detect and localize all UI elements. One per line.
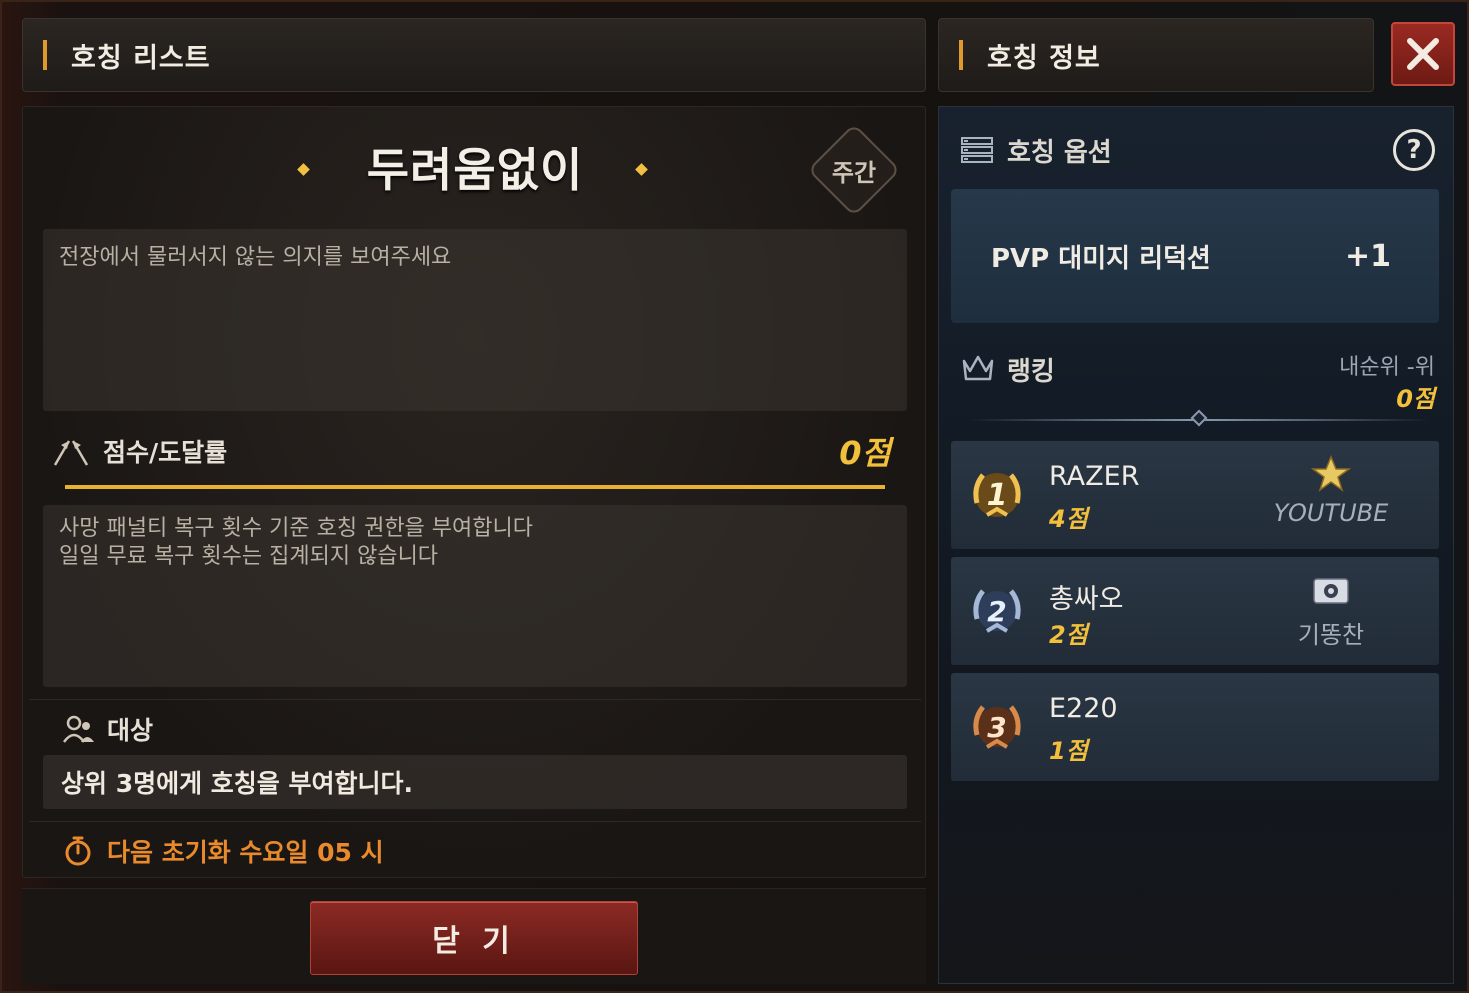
score-row: 점수/도달률 0점 [51, 429, 891, 473]
close-x-button[interactable] [1391, 22, 1455, 86]
title-option-card: PVP 대미지 리덕션 +1 [951, 189, 1439, 323]
help-icon: ? [1406, 135, 1422, 165]
my-points: 0점 [1396, 385, 1435, 413]
score-value: 0점 [839, 434, 891, 472]
player-name: 총싸오 [1049, 584, 1124, 615]
my-rank: 내순위 -위 [1339, 355, 1435, 380]
score-label: 점수/도달률 [103, 438, 228, 467]
crossed-flags-icon [53, 440, 89, 466]
title-info-panel: 호칭 옵션 ? PVP 대미지 리덕션 +1 랭킹 내순위 -위 0점 1 RA… [938, 106, 1454, 984]
score-progress-bar [65, 485, 885, 489]
list-icon [961, 137, 993, 163]
section-divider [29, 821, 921, 822]
stopwatch-icon [65, 836, 91, 866]
score-progress-fill [65, 485, 885, 489]
title-ornament-right [635, 163, 648, 176]
crown-icon [962, 355, 994, 381]
condition-line-1: 사망 패널티 복구 횟수 기준 호칭 권한을 부여합니다 [59, 516, 533, 541]
header-accent-bar [43, 40, 47, 70]
period-badge: 주간 [807, 123, 901, 217]
reset-timer-row: 다음 초기화 수요일 05 시 [63, 831, 384, 871]
close-icon [1407, 38, 1439, 70]
guild-name: 기똥찬 [1297, 621, 1365, 649]
medal-rank-number: 3 [987, 711, 1006, 744]
title-options-label: 호칭 옵션 [1007, 137, 1112, 168]
target-description: 상위 3명에게 호칭을 부여합니다. [43, 755, 907, 809]
player-points: 1점 [1049, 737, 1088, 765]
gold-laurel-medal-icon: 1 [973, 473, 1021, 517]
section-divider [29, 699, 921, 700]
player-points: 4점 [1049, 505, 1088, 533]
option-name: PVP 대미지 리덕션 [991, 243, 1211, 274]
title-options-header: 호칭 옵션 ? [961, 127, 1435, 173]
dialog-frame: 호칭 리스트 호칭 정보 두려움없이 주간 전장에서 물러서지 않는 의지를 보… [0, 0, 1469, 993]
reset-timer-text: 다음 초기화 수요일 05 시 [107, 838, 384, 867]
ranking-row[interactable]: 3 E220 1점 [951, 673, 1439, 781]
help-button[interactable]: ? [1393, 129, 1435, 171]
title-info-heading: 호칭 정보 [987, 42, 1101, 74]
bronze-laurel-medal-icon: 3 [973, 705, 1021, 749]
silver-laurel-medal-icon: 2 [973, 589, 1021, 633]
ranking-header: 랭킹 내순위 -위 0점 [961, 347, 1435, 413]
target-text: 상위 3명에게 호칭을 부여합니다. [61, 769, 414, 798]
period-badge-label: 주간 [831, 158, 877, 187]
title-detail-panel: 두려움없이 주간 전장에서 물러서지 않는 의지를 보여주세요 점수/도달률 0… [22, 106, 926, 878]
ranking-label: 랭킹 [1007, 357, 1055, 387]
target-header: 대상 [63, 711, 153, 747]
player-points: 2점 [1049, 621, 1088, 649]
title-name-row: 두려움없이 [23, 107, 927, 227]
ranking-row[interactable]: 1 RAZER 4점 YOUTUBE [951, 441, 1439, 549]
title-description: 전장에서 물러서지 않는 의지를 보여주세요 [43, 229, 907, 411]
star-emblem-icon [1311, 455, 1351, 492]
title-list-header: 호칭 리스트 [22, 18, 926, 92]
medal-rank-number: 1 [987, 478, 1008, 513]
title-name: 두려움없이 [366, 143, 584, 197]
header-accent-bar [959, 40, 963, 70]
title-info-header: 호칭 정보 [938, 18, 1374, 92]
player-name: RAZER [1049, 461, 1140, 492]
ranking-row[interactable]: 2 총싸오 2점 기똥찬 [951, 557, 1439, 665]
condition-description: 사망 패널티 복구 횟수 기준 호칭 권한을 부여합니다 일일 무료 복구 횟수… [43, 505, 907, 687]
title-list-heading: 호칭 리스트 [71, 42, 211, 74]
close-button[interactable]: 닫 기 [310, 901, 638, 975]
guild-name: YOUTUBE [1273, 499, 1389, 527]
option-value: +1 [1344, 238, 1391, 274]
title-description-text: 전장에서 물러서지 않는 의지를 보여주세요 [59, 245, 452, 270]
target-label: 대상 [107, 716, 154, 745]
player-name: E220 [1049, 693, 1118, 724]
condition-line-2: 일일 무료 복구 횟수는 집계되지 않습니다 [59, 544, 439, 569]
camera-emblem-icon [1313, 578, 1349, 604]
users-icon [63, 715, 94, 743]
medal-rank-number: 2 [987, 595, 1006, 628]
title-ornament-left [297, 163, 310, 176]
